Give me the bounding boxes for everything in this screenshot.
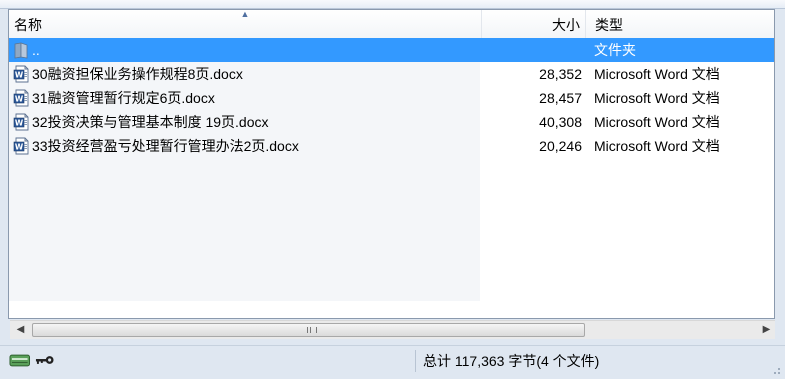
file-row[interactable]: W 31融资管理暂行规定6页.docx 28,457 Microsoft Word 文… <box>9 86 774 110</box>
file-name: 31融资管理暂行规定6页.docx <box>32 90 215 106</box>
column-header-type[interactable]: 类型 <box>585 10 765 38</box>
scroll-right-icon[interactable]: ▶ <box>758 321 775 339</box>
top-border <box>0 0 785 9</box>
horizontal-scrollbar[interactable]: ◀ ▶ <box>10 320 775 339</box>
file-row[interactable]: W 30融资担保业务操作规程8页.docx 28,352 Microsoft Word… <box>9 62 774 86</box>
file-size: 28,457 <box>539 90 582 106</box>
column-header-size[interactable]: 大小 <box>481 10 584 38</box>
file-row[interactable]: W 33投资经营盈亏处理暂行管理办法2页.docx 20,246 Microsoft … <box>9 134 774 158</box>
window-scroll-up-icon <box>777 9 785 19</box>
file-name: 33投资经营盈亏处理暂行管理办法2页.docx <box>32 138 299 154</box>
file-type: 文件夹 <box>594 42 636 58</box>
file-row[interactable]: .. 文件夹 <box>9 38 774 62</box>
column-header: 名称 ▲ 大小 类型 <box>9 10 774 39</box>
file-name: 32投资决策与管理基本制度 19页.docx <box>32 114 269 130</box>
status-summary: 总计 117,363 字节(4 个文件) <box>423 353 600 369</box>
word-doc-icon: W <box>13 113 29 131</box>
word-doc-icon: W <box>13 65 29 83</box>
status-bar: 总计 117,363 字节(4 个文件) <box>0 345 785 379</box>
word-doc-icon: W <box>13 137 29 155</box>
file-name: .. <box>32 42 40 58</box>
file-name-cell: W 31融资管理暂行规定6页.docx <box>13 86 479 110</box>
word-doc-icon: W <box>13 89 29 107</box>
file-name-cell: W 32投资决策与管理基本制度 19页.docx <box>13 110 479 134</box>
svg-text:W: W <box>15 119 24 128</box>
svg-text:W: W <box>15 71 24 80</box>
resize-grip-icon[interactable] <box>771 365 781 375</box>
file-name-cell: W 33投资经营盈亏处理暂行管理办法2页.docx <box>13 134 479 158</box>
drive-icon <box>9 354 31 367</box>
file-type: Microsoft Word 文档 <box>594 114 720 130</box>
scrollbar-grip-icon <box>307 327 317 333</box>
file-size: 28,352 <box>539 66 582 82</box>
file-type: Microsoft Word 文档 <box>594 138 720 154</box>
file-size: 20,246 <box>539 138 582 154</box>
scrollbar-thumb[interactable] <box>32 323 585 337</box>
svg-text:W: W <box>15 95 24 104</box>
key-icon <box>35 356 54 364</box>
file-name-cell: W 30融资担保业务操作规程8页.docx <box>13 62 479 86</box>
file-name-cell: .. <box>13 38 479 62</box>
folder-up-icon <box>14 42 28 59</box>
status-separator <box>415 350 416 372</box>
file-size: 40,308 <box>539 114 582 130</box>
archive-window: 名称 ▲ 大小 类型 .. 文件夹 W 30融资担保业务操作规程8页.docx 28,3… <box>0 0 785 379</box>
file-type: Microsoft Word 文档 <box>594 66 720 82</box>
file-size <box>481 38 582 62</box>
file-name: 30融资担保业务操作规程8页.docx <box>32 66 243 82</box>
file-rows: .. 文件夹 W 30融资担保业务操作规程8页.docx 28,352 Microsoft… <box>9 38 774 158</box>
file-list[interactable]: 名称 ▲ 大小 类型 .. 文件夹 W 30融资担保业务操作规程8页.docx 28,3… <box>8 9 775 339</box>
file-row[interactable]: W 32投资决策与管理基本制度 19页.docx 40,308 Microsoft W… <box>9 110 774 134</box>
file-type: Microsoft Word 文档 <box>594 90 720 106</box>
status-icons <box>9 352 55 370</box>
sort-ascending-icon: ▲ <box>240 9 250 19</box>
svg-text:W: W <box>15 143 24 152</box>
scroll-left-icon[interactable]: ◀ <box>12 321 29 339</box>
